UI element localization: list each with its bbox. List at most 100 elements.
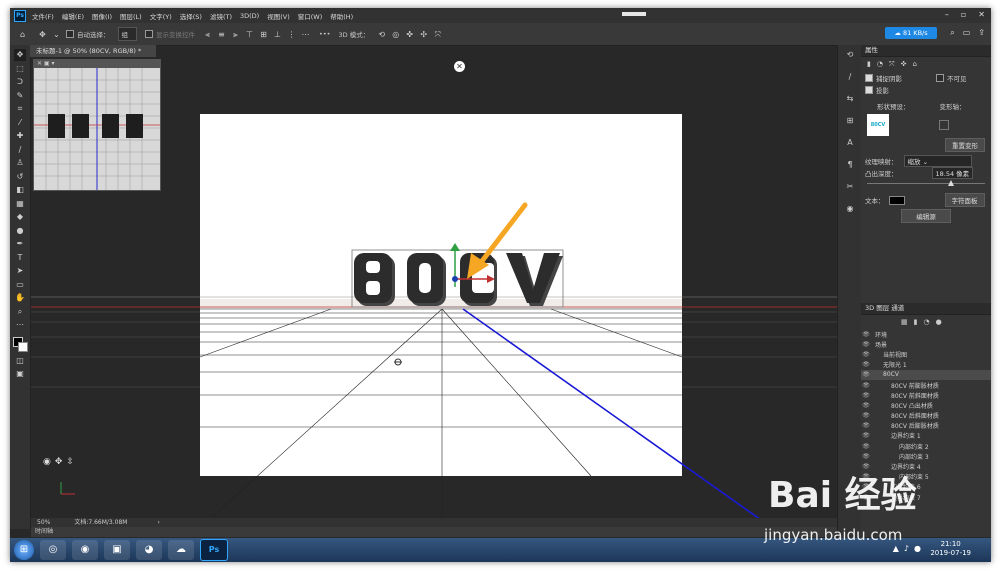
reset-deform-button[interactable]: 重置变形 bbox=[945, 138, 985, 152]
close-3d-hud-icon[interactable]: ✕ bbox=[454, 61, 465, 72]
edit-source-button[interactable]: 编辑源 bbox=[901, 209, 951, 223]
layer-row[interactable]: 👁 80CV 前膨胀材质 bbox=[861, 380, 991, 390]
quick-select-tool-icon[interactable]: ✎ bbox=[14, 90, 26, 102]
marquee-tool-icon[interactable]: ⬚ bbox=[14, 63, 26, 75]
cast-shadows-checkbox[interactable] bbox=[865, 86, 873, 94]
show-transform-checkbox[interactable] bbox=[145, 30, 153, 38]
menu-3d[interactable]: 3D(D) bbox=[240, 12, 259, 20]
character-icon[interactable]: A bbox=[844, 137, 856, 149]
extrusion-slider-thumb[interactable] bbox=[947, 180, 954, 186]
auto-select-option[interactable]: 自动选择： bbox=[66, 29, 110, 39]
extrusion-depth-slider[interactable] bbox=[867, 180, 985, 188]
blur-tool-icon[interactable]: ◆ bbox=[14, 211, 26, 223]
photoshop-app-icon[interactable]: Ps bbox=[200, 539, 228, 561]
dodge-tool-icon[interactable]: ● bbox=[14, 225, 26, 237]
invisible-checkbox[interactable] bbox=[936, 74, 944, 82]
deform-icon[interactable]: ◔ bbox=[877, 60, 883, 69]
layer-row[interactable]: 👁 无限光 1 bbox=[861, 360, 991, 370]
history-brush-tool-icon[interactable]: ↺ bbox=[14, 171, 26, 183]
zoom-level[interactable]: 50% bbox=[37, 518, 50, 527]
firefox-app-icon[interactable]: ◕ bbox=[136, 540, 162, 560]
crop-tool-icon[interactable]: ⌗ bbox=[14, 103, 26, 115]
deform-axis-widget[interactable] bbox=[939, 120, 949, 130]
timeline-panel-tab[interactable]: 时间轴 bbox=[31, 527, 841, 537]
align-top-icon[interactable]: ⊤ bbox=[245, 30, 254, 39]
move-tool-icon[interactable]: ✥ bbox=[38, 30, 47, 39]
rectangle-tool-icon[interactable]: ▭ bbox=[14, 279, 26, 291]
filter-light-icon[interactable]: ● bbox=[936, 318, 942, 326]
home-icon[interactable]: ⌂ bbox=[18, 30, 27, 39]
filter-scene-icon[interactable]: ▦ bbox=[901, 318, 908, 326]
history-icon[interactable]: ⟲ bbox=[844, 49, 856, 61]
align-left-icon[interactable]: ⫷ bbox=[203, 30, 212, 39]
photoshop-logo-icon[interactable]: Ps bbox=[14, 9, 26, 22]
extrusion-depth-field[interactable]: 18.54 像素 bbox=[931, 167, 974, 179]
menu-window[interactable]: 窗口(W) bbox=[298, 11, 323, 21]
cap-icon[interactable]: ⤧ bbox=[889, 60, 895, 69]
visibility-eye-icon[interactable]: 👁 bbox=[861, 412, 871, 419]
character-panel-button[interactable]: 字符面板 bbox=[944, 193, 985, 207]
dolly-icon[interactable]: ⇳ bbox=[66, 457, 74, 467]
paragraph-icon[interactable]: ¶ bbox=[844, 159, 856, 171]
layer-row[interactable]: 👁 80CV 后斜面材质 bbox=[861, 411, 991, 421]
status-arrow-icon[interactable]: › bbox=[157, 518, 159, 527]
hand-tool-icon[interactable]: ✋ bbox=[14, 292, 26, 304]
color-swatches[interactable] bbox=[13, 336, 28, 352]
layer-row[interactable]: 👁 内部约束 2 bbox=[861, 441, 991, 451]
show-transform-option[interactable]: 显示变换控件 bbox=[145, 29, 195, 39]
filter-mesh-icon[interactable]: ▮ bbox=[914, 318, 918, 326]
projection-icon[interactable]: ⌂ bbox=[912, 60, 916, 69]
healing-brush-tool-icon[interactable]: ✚ bbox=[14, 130, 26, 142]
align-bottom-icon[interactable]: ⊥ bbox=[273, 30, 282, 39]
menu-file[interactable]: 文件(F) bbox=[32, 11, 54, 21]
scale-3d-icon[interactable]: ⤧ bbox=[433, 30, 442, 39]
adjustments-icon[interactable]: ⇆ bbox=[844, 93, 856, 105]
texture-map-dropdown[interactable]: 缩放 ⌄ bbox=[903, 155, 972, 167]
windows-start-icon[interactable]: ⊞ bbox=[14, 540, 34, 560]
layer-row[interactable]: 👁 边界约束 1 bbox=[861, 431, 991, 441]
chevron-down-icon[interactable]: ⌄ bbox=[52, 30, 61, 39]
align-center-icon[interactable]: ≡ bbox=[217, 30, 226, 39]
swatches-icon[interactable]: ⊞ bbox=[844, 115, 856, 127]
menu-layer[interactable]: 图层(L) bbox=[120, 11, 142, 21]
filter-material-icon[interactable]: ◔ bbox=[923, 318, 929, 326]
zoom-tool-icon[interactable]: ⌕ bbox=[14, 306, 26, 318]
quick-mask-icon[interactable]: ◫ bbox=[14, 355, 26, 367]
screen-mode-icon[interactable]: ▣ bbox=[14, 368, 26, 380]
background-color-swatch[interactable] bbox=[18, 341, 28, 352]
orbit-3d-icon[interactable]: ⟲ bbox=[377, 30, 386, 39]
properties-tab[interactable]: 属性 bbox=[861, 45, 991, 57]
layers-panel-tabs[interactable]: 3D 图层 通道 bbox=[861, 303, 991, 315]
share-icon[interactable]: ⇪ bbox=[978, 28, 985, 38]
doc-size-info[interactable]: 文档:7.66M/3.08M bbox=[74, 518, 127, 527]
more-options-button[interactable]: ••• bbox=[319, 30, 331, 38]
visibility-eye-icon[interactable]: 👁 bbox=[861, 382, 871, 389]
pen-tool-icon[interactable]: ✒ bbox=[14, 238, 26, 250]
visibility-eye-icon[interactable]: 👁 bbox=[861, 402, 871, 409]
minecraft-app-icon[interactable]: ▣ bbox=[104, 540, 130, 560]
visibility-eye-icon[interactable]: 👁 bbox=[861, 341, 871, 348]
layer-row[interactable]: 👁 当前视图 bbox=[861, 349, 991, 359]
brush-settings-icon[interactable]: ∕ bbox=[844, 71, 856, 83]
auto-select-dropdown[interactable]: 组 bbox=[117, 27, 137, 41]
auto-select-checkbox[interactable] bbox=[66, 30, 74, 38]
distribute-horizontal-icon[interactable]: ⋯ bbox=[301, 30, 310, 39]
menu-view[interactable]: 视图(V) bbox=[267, 11, 290, 21]
visibility-eye-icon[interactable]: 👁 bbox=[861, 351, 871, 358]
document-tab[interactable]: 未标题-1 @ 50% (80CV, RGB/8) * bbox=[30, 45, 156, 57]
align-right-icon[interactable]: ⫸ bbox=[231, 30, 240, 39]
visibility-eye-icon[interactable]: 👁 bbox=[861, 432, 871, 439]
layer-row[interactable]: 👁 80CV bbox=[861, 369, 991, 380]
slide-3d-icon[interactable]: ✣ bbox=[419, 30, 428, 39]
move-tool-icon[interactable]: ✥ bbox=[14, 49, 26, 61]
coordinates-icon[interactable]: ✜ bbox=[901, 60, 907, 69]
lasso-tool-icon[interactable]: ᑐ bbox=[14, 76, 26, 88]
visibility-eye-icon[interactable]: 👁 bbox=[861, 392, 871, 399]
eraser-tool-icon[interactable]: ◧ bbox=[14, 184, 26, 196]
layer-row[interactable]: 👁 80CV 凸出材质 bbox=[861, 400, 991, 410]
maximize-button[interactable]: ▫ bbox=[961, 10, 966, 19]
visibility-eye-icon[interactable]: 👁 bbox=[861, 371, 871, 378]
shape-preset-thumbnail[interactable]: 80CV bbox=[867, 114, 889, 136]
layer-row[interactable]: 👁 环境 bbox=[861, 329, 991, 339]
explorer-app-icon[interactable]: ◎ bbox=[40, 540, 66, 560]
